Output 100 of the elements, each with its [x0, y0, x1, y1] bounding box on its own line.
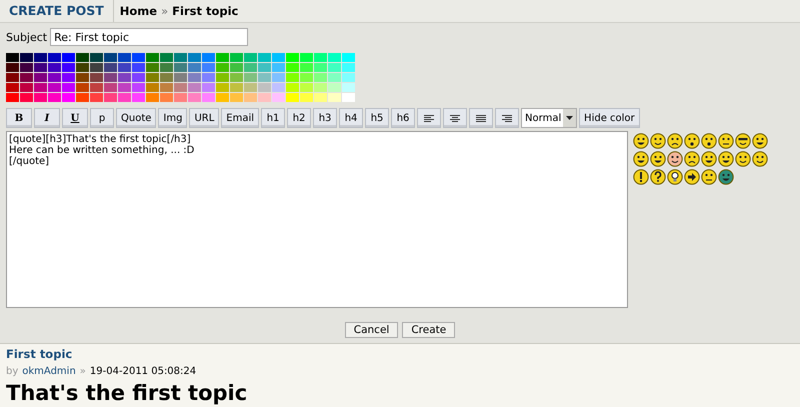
color-swatch[interactable]: [132, 63, 145, 72]
color-swatch[interactable]: [34, 53, 47, 62]
color-swatch[interactable]: [146, 53, 159, 62]
color-swatch[interactable]: [118, 53, 131, 62]
toolbar-button[interactable]: U: [62, 108, 88, 128]
color-swatch[interactable]: [342, 73, 355, 82]
idea-icon[interactable]: [667, 169, 683, 185]
color-swatch[interactable]: [6, 63, 19, 72]
color-swatch[interactable]: [104, 93, 117, 102]
smiley-icon[interactable]: [667, 151, 683, 167]
color-swatch[interactable]: [188, 53, 201, 62]
color-swatch[interactable]: [76, 53, 89, 62]
color-swatch[interactable]: [230, 93, 243, 102]
color-swatch[interactable]: [300, 83, 313, 92]
toolbar-button[interactable]: Quote: [116, 108, 156, 128]
color-swatch[interactable]: [272, 93, 285, 102]
color-swatch[interactable]: [202, 73, 215, 82]
color-swatch[interactable]: [118, 93, 131, 102]
toolbar-button[interactable]: p: [90, 108, 114, 128]
toolbar-button[interactable]: h4: [339, 108, 364, 128]
color-swatch[interactable]: [62, 93, 75, 102]
color-swatch[interactable]: [244, 63, 257, 72]
color-swatch[interactable]: [272, 73, 285, 82]
color-swatch[interactable]: [328, 83, 341, 92]
color-swatch[interactable]: [62, 83, 75, 92]
color-swatch[interactable]: [216, 83, 229, 92]
color-swatch[interactable]: [34, 93, 47, 102]
color-swatch[interactable]: [342, 93, 355, 102]
color-swatch[interactable]: [76, 63, 89, 72]
color-swatch[interactable]: [244, 73, 257, 82]
color-swatch[interactable]: [146, 73, 159, 82]
color-swatch[interactable]: [258, 53, 271, 62]
color-swatch[interactable]: [314, 63, 327, 72]
color-swatch[interactable]: [286, 93, 299, 102]
toolbar-button[interactable]: URL: [189, 108, 220, 128]
toolbar-button[interactable]: Email: [221, 108, 260, 128]
color-swatch[interactable]: [62, 73, 75, 82]
color-swatch[interactable]: [160, 63, 173, 72]
color-swatch[interactable]: [272, 63, 285, 72]
color-swatch[interactable]: [202, 63, 215, 72]
message-field[interactable]: [quote][h3]That's the first topic[/h3] Here can be written something, ... :D [/quote]: [6, 131, 628, 308]
color-swatch[interactable]: [328, 53, 341, 62]
color-swatch[interactable]: [244, 93, 257, 102]
color-swatch[interactable]: [188, 73, 201, 82]
color-swatch[interactable]: [202, 93, 215, 102]
author-link[interactable]: okmAdmin: [22, 366, 76, 377]
color-swatch[interactable]: [146, 63, 159, 72]
post-title-link[interactable]: First topic: [6, 347, 72, 361]
smiley-icon[interactable]: [650, 151, 666, 167]
color-swatch[interactable]: [258, 73, 271, 82]
smiley-icon[interactable]: [684, 133, 700, 149]
color-swatch[interactable]: [230, 83, 243, 92]
toolbar-button[interactable]: B: [6, 108, 32, 128]
color-swatch[interactable]: [202, 53, 215, 62]
color-swatch[interactable]: [132, 93, 145, 102]
color-swatch[interactable]: [62, 53, 75, 62]
toolbar-button[interactable]: Hide color: [579, 108, 640, 128]
color-swatch[interactable]: [6, 93, 19, 102]
color-swatch[interactable]: [34, 63, 47, 72]
color-swatch[interactable]: [174, 63, 187, 72]
color-swatch[interactable]: [216, 63, 229, 72]
color-swatch[interactable]: [118, 83, 131, 92]
color-swatch[interactable]: [216, 93, 229, 102]
color-swatch[interactable]: [244, 53, 257, 62]
color-swatch[interactable]: [146, 93, 159, 102]
subject-field[interactable]: Re: First topic: [50, 28, 248, 46]
color-swatch[interactable]: [160, 53, 173, 62]
smiley-icon[interactable]: [633, 133, 649, 149]
color-swatch[interactable]: [76, 73, 89, 82]
color-swatch[interactable]: [174, 53, 187, 62]
toolbar-button[interactable]: h5: [365, 108, 390, 128]
color-swatch[interactable]: [132, 73, 145, 82]
color-swatch[interactable]: [104, 53, 117, 62]
color-swatch[interactable]: [230, 73, 243, 82]
color-swatch[interactable]: [76, 93, 89, 102]
smiley-icon[interactable]: [735, 151, 751, 167]
smiley-icon[interactable]: [752, 133, 768, 149]
exclaim-icon[interactable]: [633, 169, 649, 185]
toolbar-button[interactable]: h3: [313, 108, 338, 128]
color-swatch[interactable]: [90, 63, 103, 72]
color-swatch[interactable]: [20, 83, 33, 92]
color-swatch[interactable]: [328, 73, 341, 82]
color-swatch[interactable]: [48, 73, 61, 82]
color-swatch[interactable]: [104, 63, 117, 72]
color-swatch[interactable]: [48, 63, 61, 72]
color-swatch[interactable]: [48, 83, 61, 92]
color-swatch[interactable]: [258, 83, 271, 92]
color-swatch[interactable]: [272, 83, 285, 92]
toolbar-button[interactable]: h6: [391, 108, 416, 128]
color-swatch[interactable]: [20, 73, 33, 82]
smiley-icon[interactable]: [701, 151, 717, 167]
color-swatch[interactable]: [160, 73, 173, 82]
color-swatch[interactable]: [342, 83, 355, 92]
color-swatch[interactable]: [202, 83, 215, 92]
color-swatch[interactable]: [342, 53, 355, 62]
color-swatch[interactable]: [328, 93, 341, 102]
color-swatch[interactable]: [342, 63, 355, 72]
smiley-icon[interactable]: [718, 151, 734, 167]
color-swatch[interactable]: [20, 63, 33, 72]
color-swatch[interactable]: [314, 53, 327, 62]
